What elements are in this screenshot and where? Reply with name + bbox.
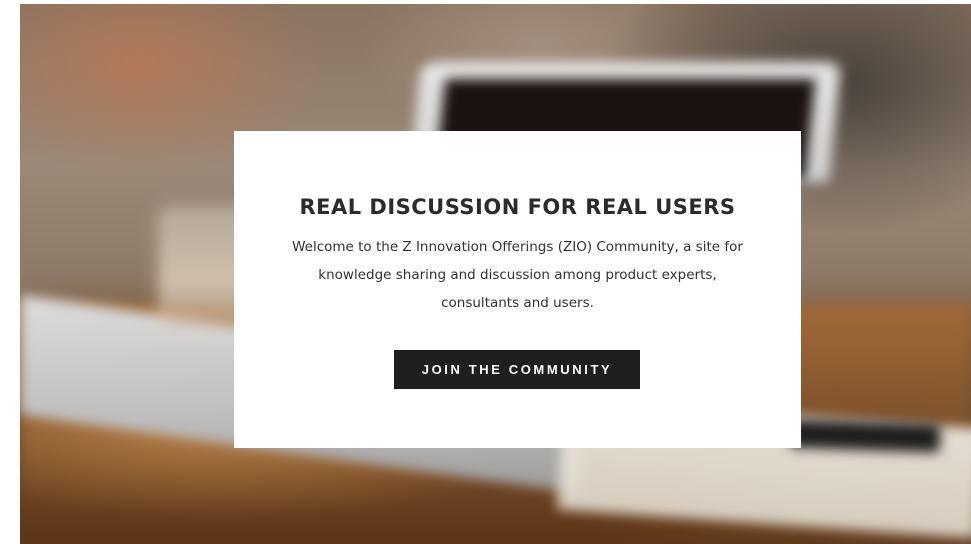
- hero-title: REAL DISCUSSION FOR REAL USERS: [299, 195, 736, 219]
- hero-description: Welcome to the Z Innovation Offerings (Z…: [292, 239, 743, 311]
- background-phone: [789, 419, 941, 453]
- hero-card: REAL DISCUSSION FOR REAL USERS Welcome t…: [234, 131, 801, 448]
- join-community-button[interactable]: JOIN THE COMMUNITY: [394, 350, 640, 389]
